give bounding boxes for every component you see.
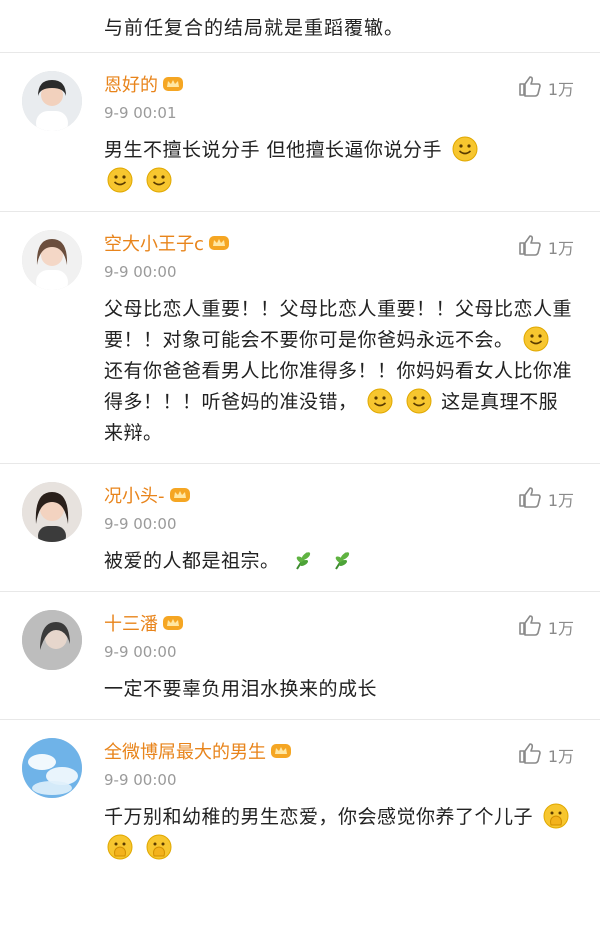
vip-crown-badge-icon — [270, 742, 292, 760]
vip-crown-badge-icon — [162, 75, 184, 93]
comment-text: 男生不擅长说分手 但他擅长逼你说分手 — [104, 135, 576, 197]
like-count: 1万 — [547, 747, 574, 766]
like-button[interactable]: 1万 — [518, 614, 574, 640]
hand-over-face-emoji-icon — [107, 834, 133, 860]
like-button[interactable]: 1万 — [518, 234, 574, 260]
comment-time: 9-9 00:00 — [104, 771, 177, 789]
smile-emoji-icon — [523, 326, 549, 352]
username[interactable]: 空大小王子c — [104, 230, 204, 256]
username[interactable]: 全微博屌最大的男生 — [104, 738, 266, 764]
comment-time: 9-9 00:00 — [104, 515, 177, 533]
vip-crown-badge-icon — [162, 614, 184, 632]
username[interactable]: 恩好的 — [104, 71, 158, 97]
smile-emoji-icon — [146, 167, 172, 193]
comment-text: 一定不要辜负用泪水换来的成长 — [104, 678, 378, 700]
username[interactable]: 十三潘 — [104, 610, 158, 636]
like-count: 1万 — [547, 239, 574, 258]
thumbs-up-outline-icon — [518, 75, 542, 101]
plant-emoji-icon — [328, 547, 354, 573]
comment-item: 全微博屌最大的男生 9-9 00:00 1万 千万别和幼稚的男生恋爱，你会感觉你… — [0, 720, 600, 878]
comment-item: 空大小王子c 9-9 00:00 1万 父母比恋人重要！！父母比恋人重要！！父母… — [0, 212, 600, 464]
comment-time: 9-9 00:00 — [104, 263, 177, 281]
thumbs-up-outline-icon — [518, 742, 542, 768]
avatar[interactable] — [22, 71, 82, 131]
thumbs-up-outline-icon — [518, 234, 542, 260]
thumbs-up-outline-icon — [518, 486, 542, 512]
smile-emoji-icon — [367, 388, 393, 414]
comment-text: 被爱的人都是祖宗。 — [104, 546, 576, 577]
comment-text: 千万别和幼稚的男生恋爱，你会感觉你养了个儿子 — [104, 802, 576, 864]
plant-emoji-icon — [289, 547, 315, 573]
like-button[interactable]: 1万 — [518, 742, 574, 768]
smile-emoji-icon — [107, 167, 133, 193]
hand-over-face-emoji-icon — [543, 803, 569, 829]
smile-emoji-icon — [406, 388, 432, 414]
vip-crown-badge-icon — [169, 486, 191, 504]
like-count: 1万 — [547, 619, 574, 638]
username[interactable]: 况小头- — [104, 482, 165, 508]
like-button[interactable]: 1万 — [518, 75, 574, 101]
like-count: 1万 — [547, 491, 574, 510]
avatar[interactable] — [22, 610, 82, 670]
comment-item: 况小头- 9-9 00:00 1万 被爱的人都是祖宗。 — [0, 464, 600, 592]
avatar[interactable] — [22, 230, 82, 290]
comment-feed: 与前任复合的结局就是重蹈覆辙。 恩好的 9-9 00:01 1万 男生不擅长说分 — [0, 0, 600, 932]
thumbs-up-outline-icon — [518, 614, 542, 640]
previous-comment-snippet: 与前任复合的结局就是重蹈覆辙。 — [0, 0, 600, 53]
like-count: 1万 — [547, 80, 574, 99]
smile-emoji-icon — [452, 136, 478, 162]
avatar[interactable] — [22, 738, 82, 798]
like-button[interactable]: 1万 — [518, 486, 574, 512]
avatar[interactable] — [22, 482, 82, 542]
comment-item: 十三潘 9-9 00:00 1万 一定不要辜负用泪水换来的成长 — [0, 592, 600, 720]
vip-crown-badge-icon — [208, 234, 230, 252]
hand-over-face-emoji-icon — [146, 834, 172, 860]
comment-item: 恩好的 9-9 00:01 1万 男生不擅长说分手 但他擅长逼你说分手 — [0, 53, 600, 212]
comment-text: 父母比恋人重要！！父母比恋人重要！！父母比恋人重要！！对象可能会不要你可是你爸妈… — [104, 298, 573, 444]
comment-time: 9-9 00:01 — [104, 104, 177, 122]
comment-time: 9-9 00:00 — [104, 643, 177, 661]
